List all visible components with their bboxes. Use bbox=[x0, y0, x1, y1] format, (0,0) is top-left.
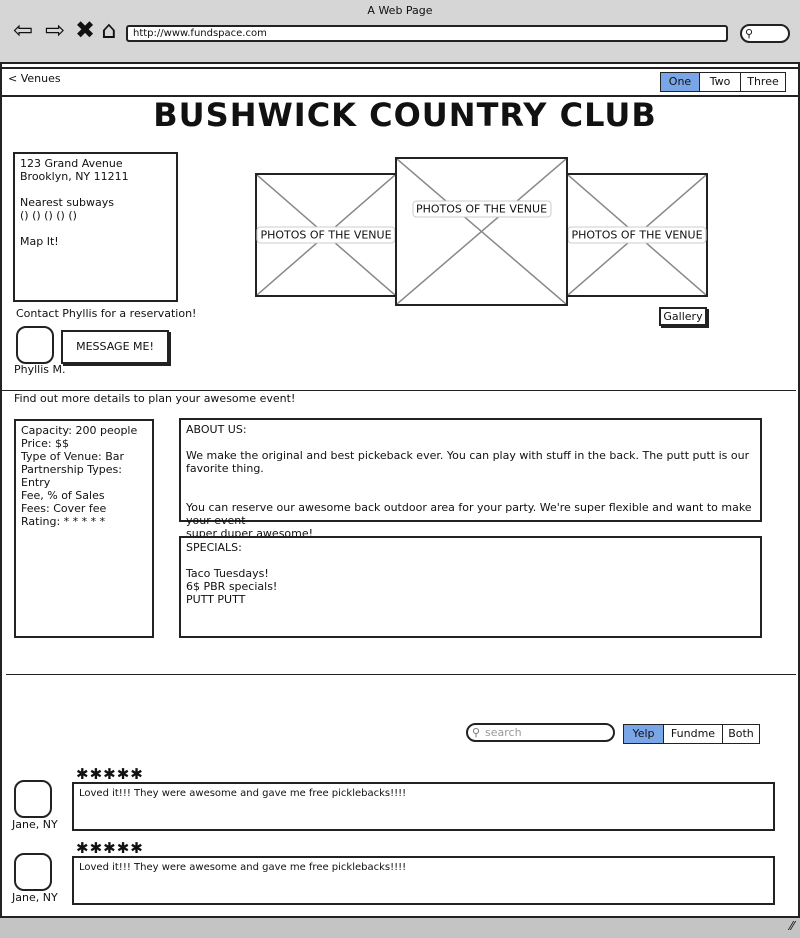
rating: Rating: * * * * * bbox=[21, 515, 106, 528]
forward-arrow-icon[interactable]: ⇨ bbox=[42, 17, 68, 43]
contact-text: Contact Phyllis for a reservation! bbox=[16, 307, 197, 320]
specials-box: SPECIALS: Taco Tuesdays! 6$ PBR specials… bbox=[179, 536, 762, 638]
partnership-types-cont: Fee, % of Sales bbox=[21, 489, 105, 502]
close-x-icon[interactable]: ✖ bbox=[72, 17, 98, 43]
tab-fundme[interactable]: Fundme bbox=[663, 724, 723, 744]
venue-title: BUSHWICK COUNTRY CLUB bbox=[153, 96, 657, 134]
tab-both[interactable]: Both bbox=[722, 724, 760, 744]
review-author: Jane, NY bbox=[12, 818, 58, 831]
address-line-1: 123 Grand Avenue bbox=[20, 157, 123, 170]
venue-photo-left[interactable]: PHOTOS OF THE VENUE bbox=[255, 173, 397, 297]
window-title: A Web Page bbox=[367, 4, 433, 17]
subway-icons: () () () () () bbox=[20, 209, 77, 222]
capacity: Capacity: 200 people bbox=[21, 424, 138, 437]
address-line-2: Brooklyn, NY 11211 bbox=[20, 170, 129, 183]
specials-title: SPECIALS: bbox=[186, 541, 242, 554]
section-divider bbox=[2, 390, 796, 391]
map-it-link[interactable]: Map It! bbox=[20, 235, 171, 248]
review-stars: ✱✱✱✱✱ bbox=[76, 839, 144, 857]
tab-two[interactable]: Two bbox=[699, 72, 741, 92]
special-item: PUTT PUTT bbox=[186, 593, 246, 606]
avatar bbox=[16, 326, 54, 364]
tab-one[interactable]: One bbox=[660, 72, 700, 92]
chevron-left-icon: < bbox=[8, 72, 21, 85]
back-arrow-icon[interactable]: ⇦ bbox=[10, 17, 36, 43]
about-paragraph-2: You can reserve our awesome back outdoor… bbox=[186, 501, 752, 527]
review-search-input[interactable]: ⚲ search bbox=[466, 723, 615, 742]
back-to-venues-link[interactable]: < Venues bbox=[8, 72, 61, 85]
partnership-types: Partnership Types: Entry bbox=[21, 463, 122, 489]
back-label: Venues bbox=[20, 72, 61, 85]
home-icon[interactable]: ⌂ bbox=[96, 17, 122, 43]
section-divider bbox=[6, 674, 796, 675]
photo-label: PHOTOS OF THE VENUE bbox=[567, 226, 707, 244]
contact-name: Phyllis M. bbox=[14, 363, 66, 376]
avatar bbox=[14, 853, 52, 891]
review-text-box: Loved it!!! They were awesome and gave m… bbox=[72, 856, 775, 905]
special-item: 6$ PBR specials! bbox=[186, 580, 278, 593]
browser-statusbar: ⁄⁄ bbox=[0, 916, 800, 938]
gallery-button[interactable]: Gallery bbox=[659, 307, 707, 326]
venue-photo-right[interactable]: PHOTOS OF THE VENUE bbox=[566, 173, 708, 297]
tab-three[interactable]: Three bbox=[740, 72, 786, 92]
special-item: Taco Tuesdays! bbox=[186, 567, 269, 580]
venue-details-box: Capacity: 200 people Price: $$ Type of V… bbox=[14, 419, 154, 638]
about-paragraph-1: We make the original and best pickeback … bbox=[186, 449, 750, 475]
about-us-box: ABOUT US: We make the original and best … bbox=[179, 418, 762, 540]
resize-handle-icon[interactable]: ⁄⁄ bbox=[790, 919, 794, 933]
search-icon: ⚲ bbox=[472, 726, 481, 739]
photo-label: PHOTOS OF THE VENUE bbox=[256, 226, 396, 244]
review-text-box: Loved it!!! They were awesome and gave m… bbox=[72, 782, 775, 831]
fees: Fees: Cover fee bbox=[21, 502, 107, 515]
placeholder-x-icon bbox=[397, 159, 566, 304]
avatar bbox=[14, 780, 52, 818]
browser-search-field[interactable]: ⚲ bbox=[740, 24, 790, 43]
search-placeholder: search bbox=[485, 726, 522, 739]
message-me-button[interactable]: MESSAGE ME! bbox=[61, 330, 169, 364]
photo-label: PHOTOS OF THE VENUE bbox=[411, 200, 552, 218]
about-title: ABOUT US: bbox=[186, 423, 247, 436]
venue-type: Type of Venue: Bar bbox=[21, 450, 125, 463]
review-stars: ✱✱✱✱✱ bbox=[76, 765, 144, 783]
url-field[interactable]: http://www.fundspace.com bbox=[126, 25, 728, 42]
review-author: Jane, NY bbox=[12, 891, 58, 904]
address-box: 123 Grand Avenue Brooklyn, NY 11211 Near… bbox=[13, 152, 178, 302]
venue-photo-center[interactable]: PHOTOS OF THE VENUE bbox=[395, 157, 568, 306]
review-text: Loved it!!! They were awesome and gave m… bbox=[79, 788, 407, 799]
details-heading: Find out more details to plan your aweso… bbox=[14, 392, 296, 405]
price: Price: $$ bbox=[21, 437, 70, 450]
review-text: Loved it!!! They were awesome and gave m… bbox=[79, 862, 407, 873]
tab-yelp[interactable]: Yelp bbox=[623, 724, 664, 744]
subways-label: Nearest subways bbox=[20, 196, 114, 209]
search-icon: ⚲ bbox=[745, 27, 754, 40]
